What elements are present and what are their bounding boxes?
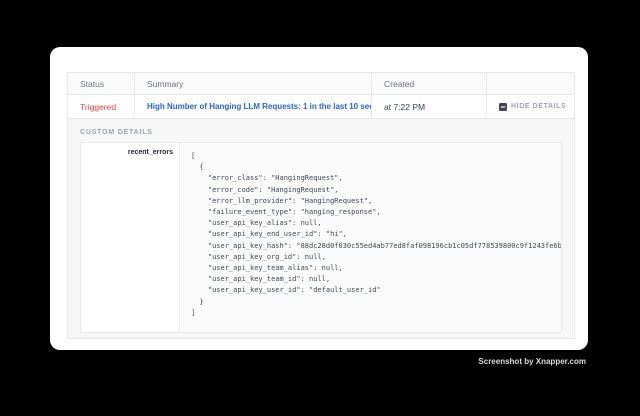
column-header-summary: Summary: [134, 73, 371, 94]
status-cell: Triggered: [68, 95, 134, 118]
details-code-area: [ { "error_class": "HangingRequest", "er…: [179, 143, 561, 332]
recent-errors-json: [ { "error_class": "HangingRequest", "er…: [191, 151, 553, 319]
custom-details-panel: recent_errors [ { "error_class": "Hangin…: [80, 142, 562, 333]
created-cell: at 7:22 PM: [371, 95, 486, 118]
column-header-status: Status: [68, 73, 134, 94]
custom-details-section: CUSTOM DETAILS recent_errors [ { "error_…: [68, 119, 574, 338]
screenshot-stage: Status Summary Created Triggered High Nu…: [0, 0, 640, 416]
status-badge: Triggered: [80, 102, 116, 112]
created-timestamp: at 7:22 PM: [384, 102, 425, 112]
custom-details-heading: CUSTOM DETAILS: [80, 129, 562, 136]
details-key-label: recent_errors: [81, 143, 179, 332]
table-header-row: Status Summary Created: [68, 73, 574, 95]
collapse-minus-square-icon: [499, 103, 507, 111]
alerts-card: Status Summary Created Triggered High Nu…: [50, 47, 588, 350]
watermark-text: Screenshot by Xnapper.com: [478, 357, 586, 366]
column-header-actions: [486, 73, 574, 94]
table-row: Triggered High Number of Hanging LLM Req…: [68, 95, 574, 119]
hide-details-button[interactable]: HIDE DETAILS: [499, 103, 566, 111]
actions-cell: HIDE DETAILS: [486, 95, 574, 118]
alert-summary-link[interactable]: High Number of Hanging LLM Requests: 1 i…: [147, 102, 371, 111]
hide-details-label: HIDE DETAILS: [511, 103, 566, 110]
summary-cell: High Number of Hanging LLM Requests: 1 i…: [134, 95, 371, 118]
alerts-table: Status Summary Created Triggered High Nu…: [67, 72, 575, 339]
column-header-created: Created: [371, 73, 486, 94]
